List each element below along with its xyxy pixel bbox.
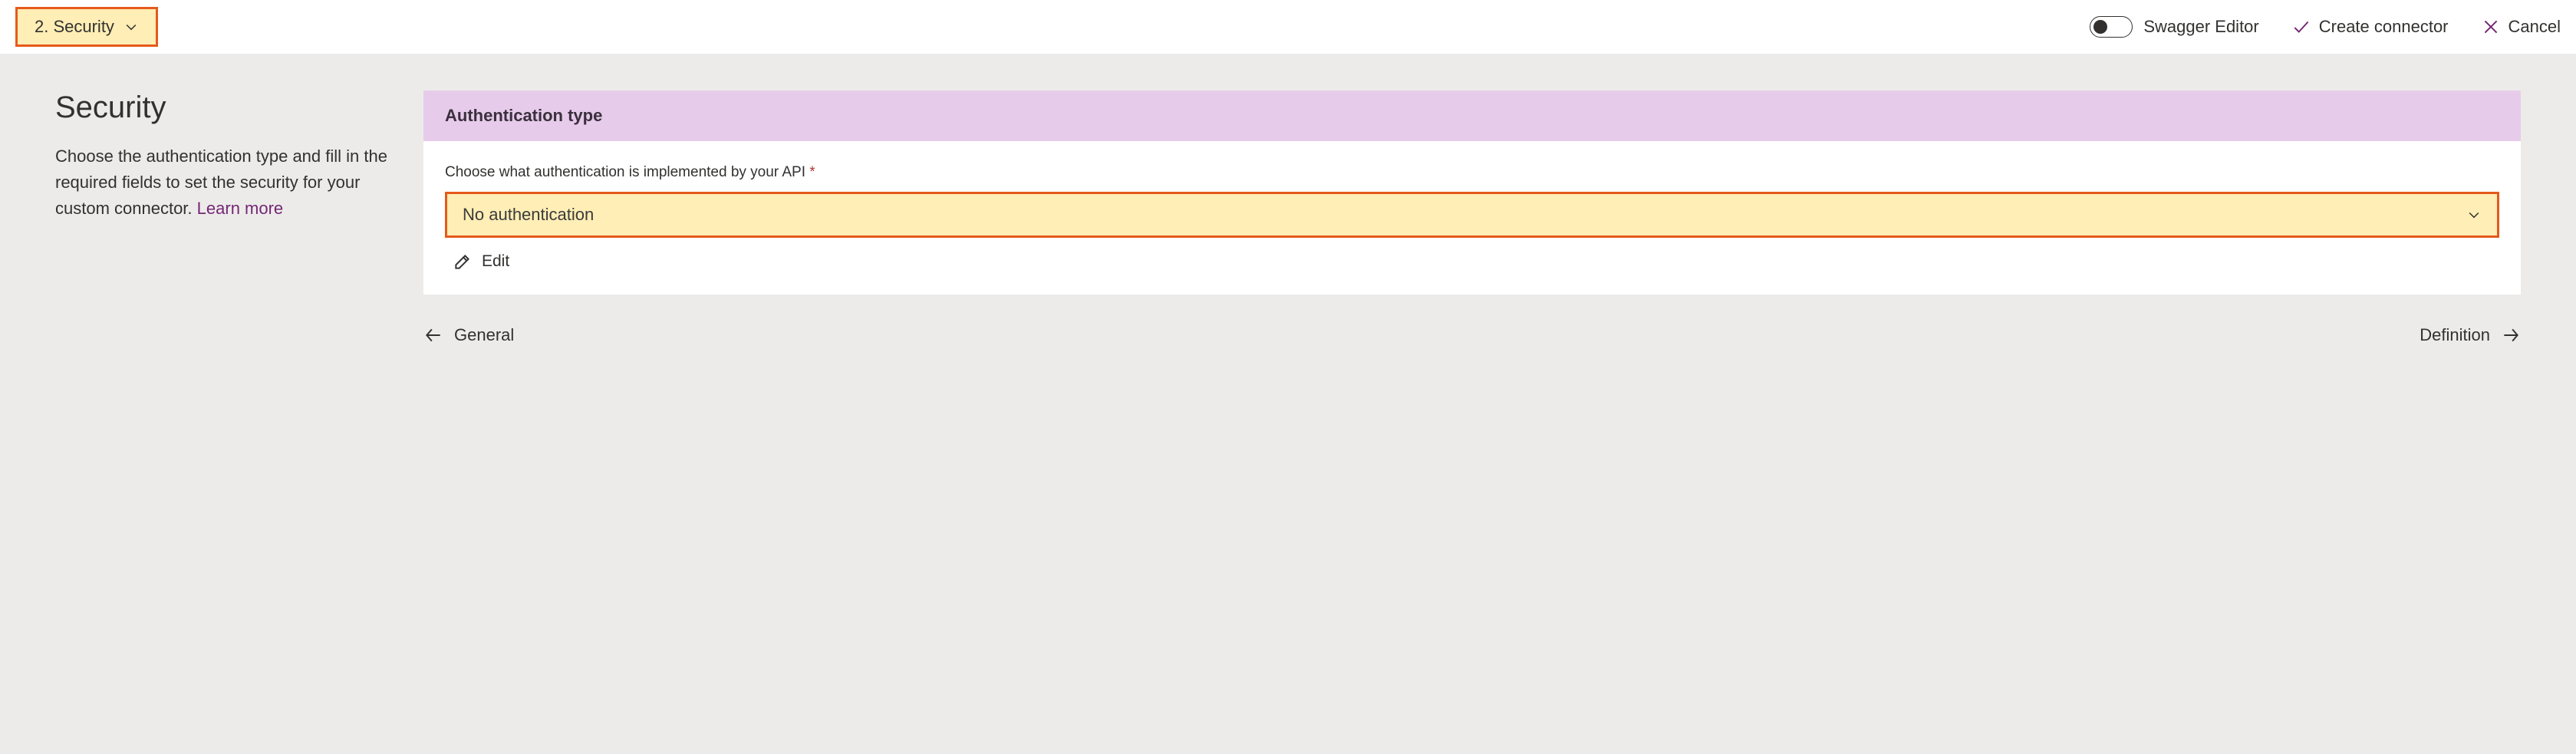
auth-type-select-value: No authentication bbox=[463, 205, 594, 225]
auth-card-body: Choose what authentication is implemente… bbox=[423, 141, 2521, 295]
create-connector-button[interactable]: Create connector bbox=[2291, 17, 2449, 37]
learn-more-link[interactable]: Learn more bbox=[197, 199, 284, 218]
edit-button-label: Edit bbox=[482, 252, 509, 271]
page-body: Security Choose the authentication type … bbox=[0, 54, 2576, 376]
cancel-button[interactable]: Cancel bbox=[2481, 17, 2561, 37]
prev-step-link[interactable]: General bbox=[423, 325, 514, 345]
step-dropdown-label: 2. Security bbox=[35, 17, 114, 37]
step-dropdown[interactable]: 2. Security bbox=[15, 7, 158, 47]
create-connector-label: Create connector bbox=[2319, 17, 2449, 37]
top-bar: 2. Security Swagger Editor Create connec… bbox=[0, 0, 2576, 54]
step-footer-nav: General Definition bbox=[423, 325, 2521, 345]
next-step-link[interactable]: Definition bbox=[2420, 325, 2521, 345]
auth-card: Authentication type Choose what authenti… bbox=[423, 91, 2521, 295]
page-title: Security bbox=[55, 91, 393, 125]
required-indicator: * bbox=[809, 164, 815, 180]
swagger-editor-toggle[interactable] bbox=[2090, 16, 2133, 38]
swagger-editor-label: Swagger Editor bbox=[2143, 17, 2258, 37]
arrow-left-icon bbox=[423, 325, 443, 345]
auth-type-select[interactable]: No authentication bbox=[445, 192, 2499, 238]
side-panel: Security Choose the authentication type … bbox=[55, 91, 423, 345]
edit-button[interactable]: Edit bbox=[445, 252, 509, 272]
arrow-right-icon bbox=[2501, 325, 2521, 345]
auth-card-header: Authentication type bbox=[423, 91, 2521, 141]
page-description: Choose the authentication type and fill … bbox=[55, 143, 393, 222]
close-icon bbox=[2481, 17, 2501, 37]
checkmark-icon bbox=[2291, 17, 2311, 37]
main-panel: Authentication type Choose what authenti… bbox=[423, 91, 2521, 345]
auth-field-label: Choose what authentication is implemente… bbox=[445, 164, 2499, 181]
chevron-down-icon bbox=[2466, 207, 2482, 222]
swagger-editor-group: Swagger Editor bbox=[2090, 16, 2258, 38]
auth-field-label-text: Choose what authentication is implemente… bbox=[445, 164, 805, 180]
topbar-actions: Swagger Editor Create connector Cancel bbox=[2090, 16, 2561, 38]
cancel-button-label: Cancel bbox=[2508, 17, 2561, 37]
next-step-label: Definition bbox=[2420, 325, 2490, 345]
chevron-down-icon bbox=[124, 19, 139, 35]
pencil-icon bbox=[453, 252, 473, 272]
prev-step-label: General bbox=[454, 325, 514, 345]
